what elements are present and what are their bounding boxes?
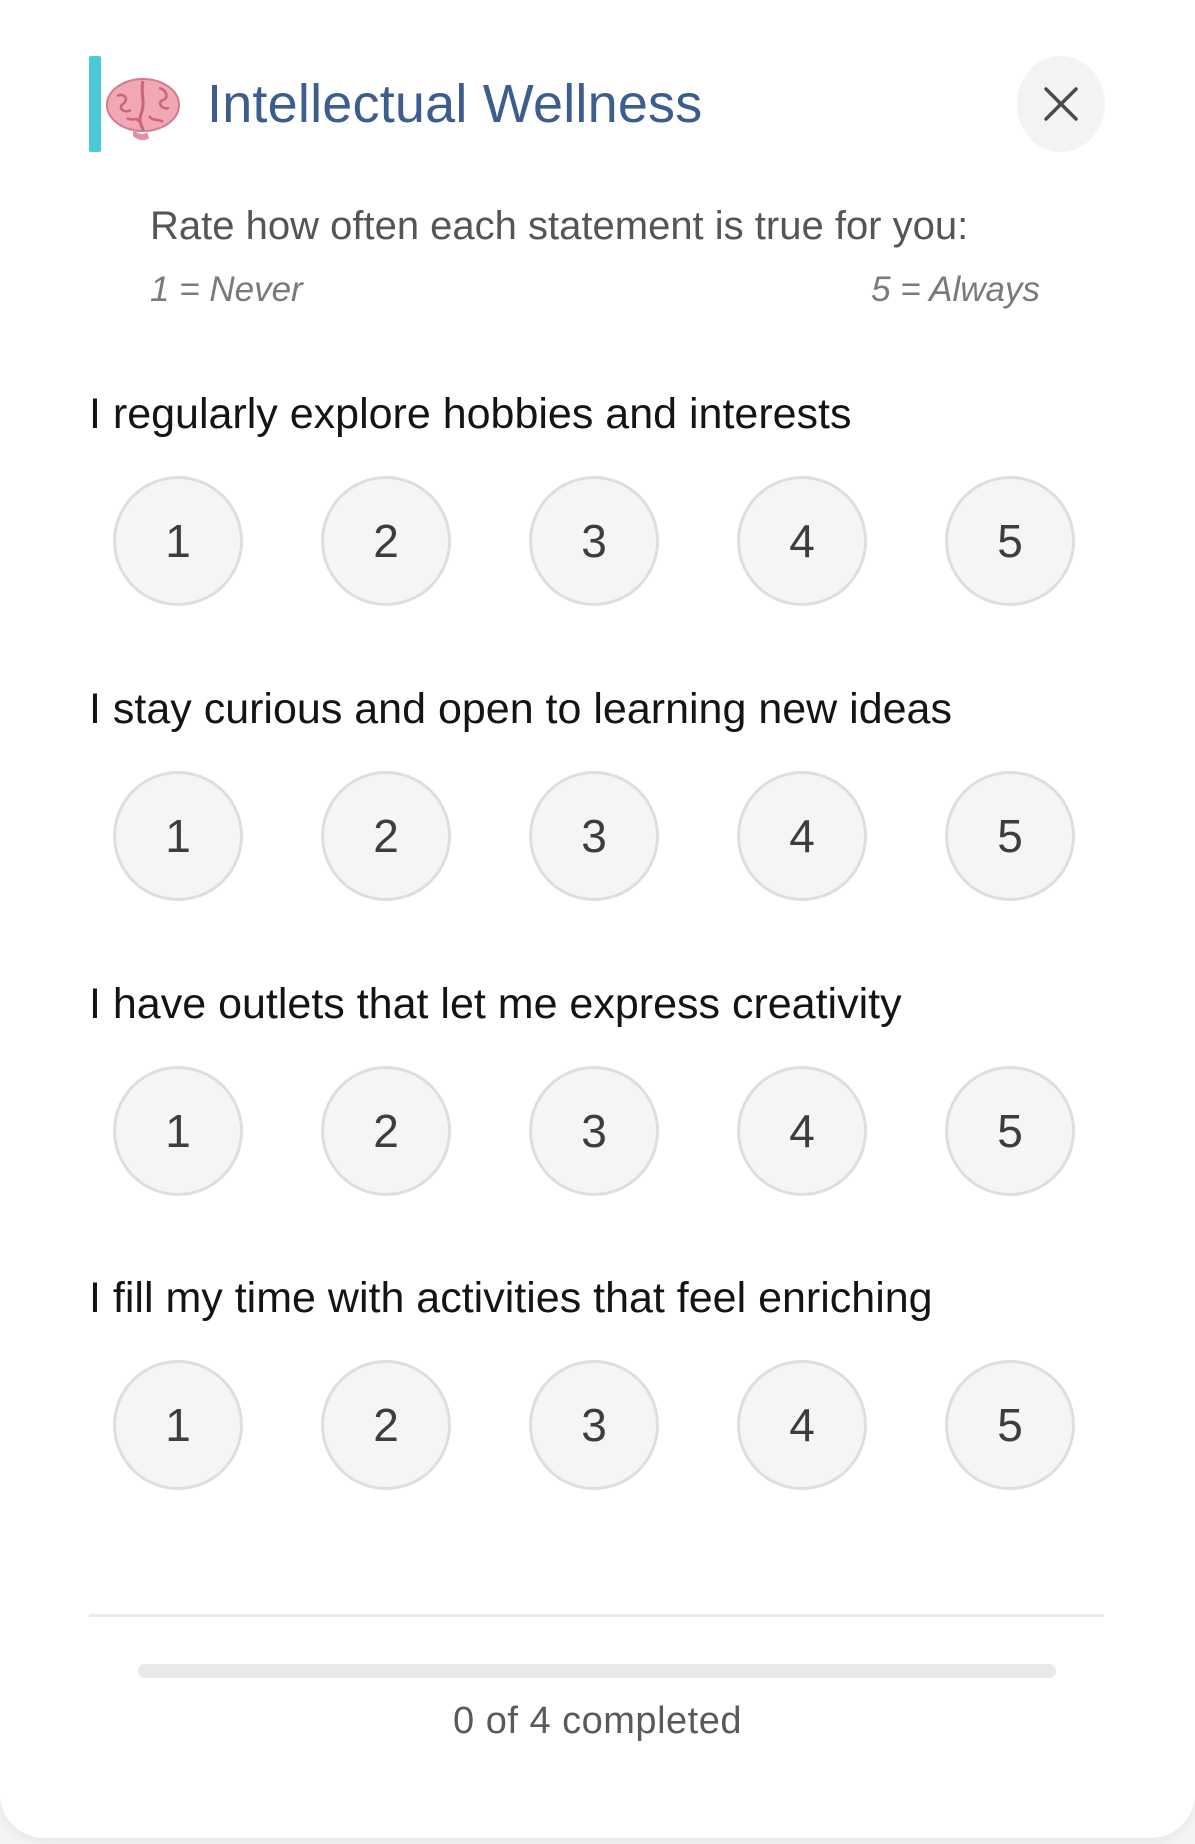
question-1: I regularly explore hobbies and interest… — [89, 384, 1109, 606]
rating-options: 1 2 3 4 5 — [113, 1066, 1081, 1196]
rating-option-3[interactable]: 3 — [529, 771, 659, 901]
rating-option-2[interactable]: 2 — [321, 1066, 451, 1196]
question-text: I have outlets that let me express creat… — [89, 980, 902, 1028]
close-button[interactable] — [1017, 56, 1105, 152]
rating-options: 1 2 3 4 5 — [113, 476, 1081, 606]
rating-instructions: Rate how often each statement is true fo… — [150, 198, 1040, 320]
page-title: Intellectual Wellness — [207, 74, 703, 134]
section-header: Intellectual Wellness — [89, 56, 1105, 154]
question-4: I fill my time with activities that feel… — [89, 1268, 1109, 1490]
close-icon — [1044, 87, 1078, 121]
accent-bar — [89, 56, 101, 152]
rating-option-4[interactable]: 4 — [737, 1066, 867, 1196]
scale-legend: 1 = Never 5 = Always — [150, 270, 1040, 320]
instructions-text: Rate how often each statement is true fo… — [150, 204, 969, 248]
rating-option-3[interactable]: 3 — [529, 1360, 659, 1490]
rating-option-1[interactable]: 1 — [113, 1066, 243, 1196]
rating-option-2[interactable]: 2 — [321, 771, 451, 901]
question-text: I regularly explore hobbies and interest… — [89, 390, 852, 438]
brain-icon — [103, 72, 183, 142]
rating-option-1[interactable]: 1 — [113, 771, 243, 901]
rating-option-5[interactable]: 5 — [945, 476, 1075, 606]
question-text: I fill my time with activities that feel… — [89, 1274, 933, 1322]
rating-option-3[interactable]: 3 — [529, 476, 659, 606]
rating-option-4[interactable]: 4 — [737, 1360, 867, 1490]
question-3: I have outlets that let me express creat… — [89, 974, 1109, 1196]
scale-max-label: 5 = Always — [871, 270, 1040, 309]
rating-option-4[interactable]: 4 — [737, 771, 867, 901]
rating-option-5[interactable]: 5 — [945, 1066, 1075, 1196]
rating-option-5[interactable]: 5 — [945, 771, 1075, 901]
rating-options: 1 2 3 4 5 — [113, 771, 1081, 901]
progress-status: 0 of 4 completed — [453, 1700, 742, 1742]
question-2: I stay curious and open to learning new … — [89, 679, 1109, 901]
rating-option-1[interactable]: 1 — [113, 1360, 243, 1490]
rating-option-4[interactable]: 4 — [737, 476, 867, 606]
rating-option-1[interactable]: 1 — [113, 476, 243, 606]
question-text: I stay curious and open to learning new … — [89, 685, 952, 733]
rating-option-5[interactable]: 5 — [945, 1360, 1075, 1490]
rating-options: 1 2 3 4 5 — [113, 1360, 1081, 1490]
rating-option-2[interactable]: 2 — [321, 476, 451, 606]
rating-option-3[interactable]: 3 — [529, 1066, 659, 1196]
rating-option-2[interactable]: 2 — [321, 1360, 451, 1490]
assessment-card: Intellectual Wellness Rate how often eac… — [0, 0, 1195, 1838]
footer-divider — [89, 1614, 1104, 1617]
scale-min-label: 1 = Never — [150, 270, 303, 309]
progress-bar — [138, 1664, 1056, 1678]
